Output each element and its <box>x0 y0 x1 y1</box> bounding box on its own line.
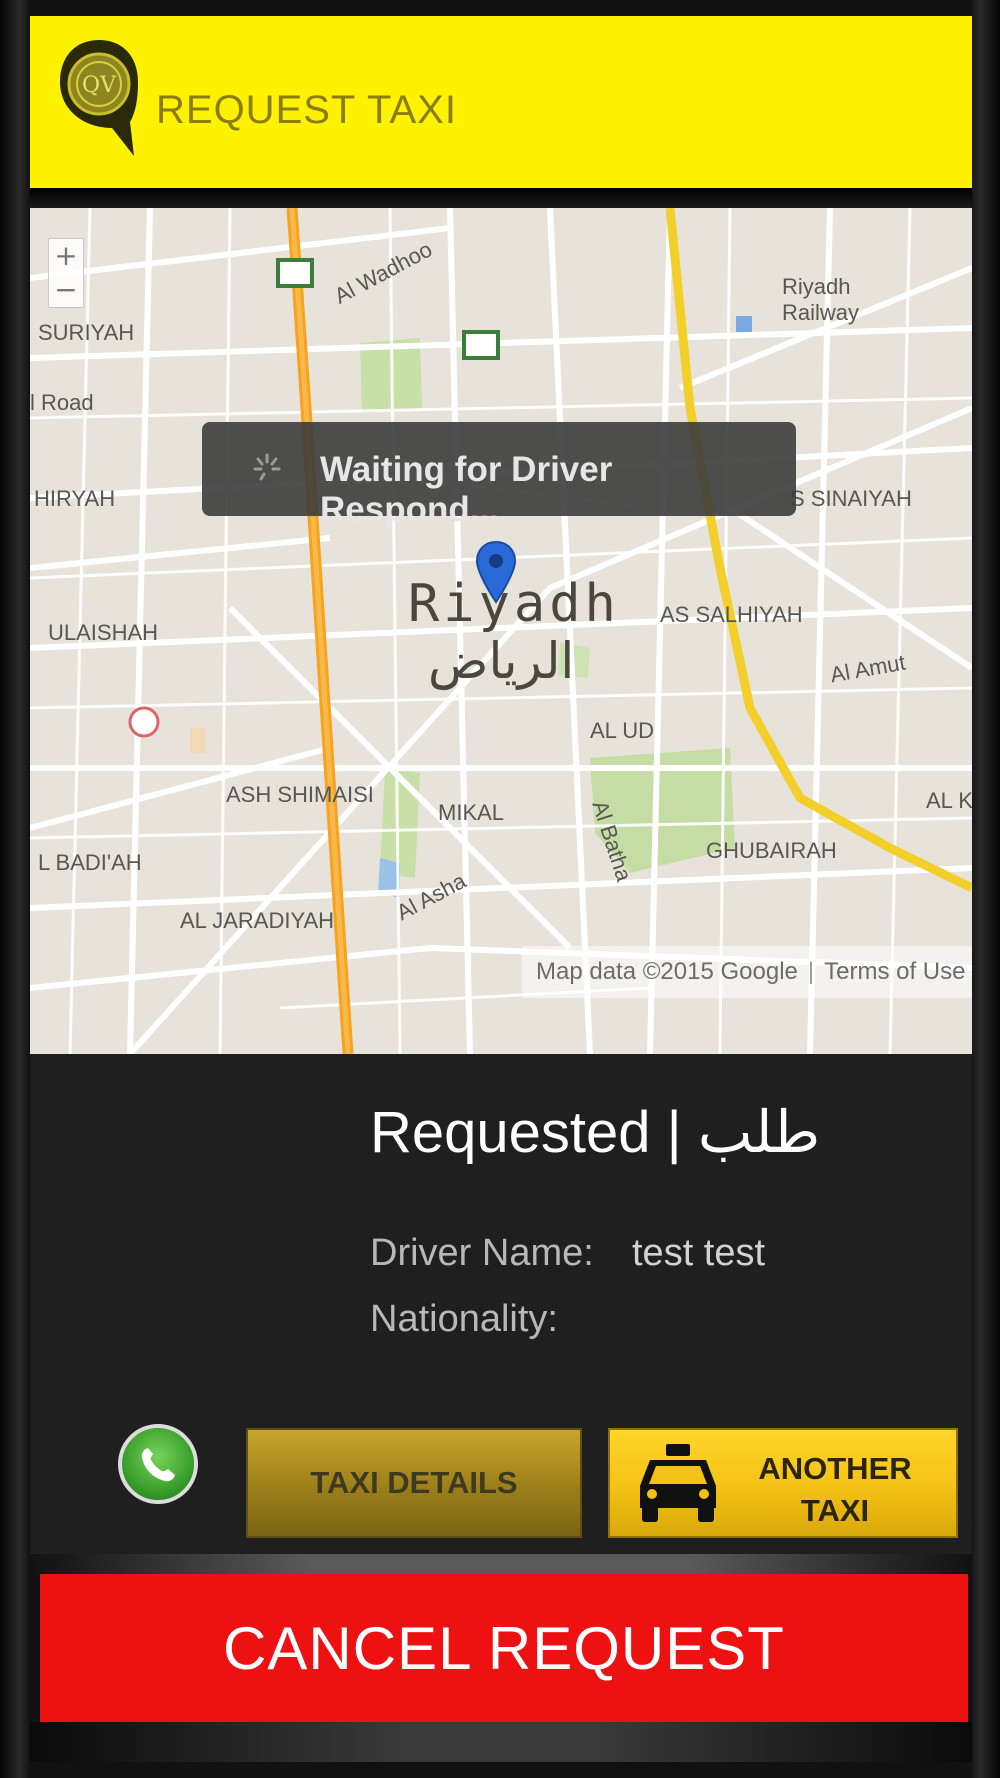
map-label: ASH SHIMAISI <box>226 782 374 807</box>
map-label: S SINAIYAH <box>790 486 912 511</box>
zoom-out-button[interactable]: − <box>49 273 83 307</box>
taxi-cab-icon <box>632 1442 724 1526</box>
map-data-credit: Map data ©2015 Google <box>536 958 798 985</box>
map-label: AL K <box>926 788 972 813</box>
map-view[interactable]: + − SURIYAH Al Wadhoo Riyadh Railway l R… <box>30 208 972 1054</box>
bottom-bar <box>30 1722 972 1762</box>
toast-message: Waiting for Driver Respond... <box>320 450 613 529</box>
panel-divider <box>30 1554 972 1576</box>
another-taxi-button[interactable]: ANOTHER TAXI <box>608 1428 958 1538</box>
map-label: ULAISHAH <box>48 620 159 645</box>
driver-name-value: test test <box>632 1232 766 1274</box>
driver-name-label: Driver Name: <box>370 1232 594 1274</box>
city-label-ar: الرياض <box>428 632 575 690</box>
zoom-control: + − <box>48 238 84 308</box>
app-header: QV REQUEST TAXI <box>30 16 972 188</box>
phone-icon <box>141 1448 175 1482</box>
request-status: Requested | طلب <box>370 1100 821 1165</box>
taxi-logo-icon: QV <box>56 36 142 160</box>
header-divider <box>30 188 972 208</box>
map-label: l Road <box>30 390 94 415</box>
taxi-details-button[interactable]: TAXI DETAILS <box>246 1428 582 1538</box>
zoom-in-button[interactable]: + <box>49 239 83 273</box>
call-driver-button[interactable] <box>118 1424 198 1504</box>
map-attribution: Map data ©2015 Google | Terms of Use <box>522 946 972 998</box>
location-pin-icon[interactable] <box>474 540 518 604</box>
map-label: Railway <box>782 300 860 325</box>
terms-of-use-link[interactable]: Terms of Use <box>824 958 965 985</box>
map-label: MIKAL <box>438 800 505 825</box>
map-label: AL UD <box>590 718 654 743</box>
waiting-toast: Waiting for Driver Respond... <box>202 422 796 529</box>
page-title: REQUEST TAXI <box>156 88 457 132</box>
cancel-request-button[interactable]: CANCEL REQUEST <box>40 1574 968 1722</box>
map-label: GHUBAIRAH <box>706 838 837 863</box>
map-label: HIRYAH <box>34 486 116 511</box>
another-taxi-label: ANOTHER TAXI <box>740 1448 930 1532</box>
svg-text:QV: QV <box>82 73 117 98</box>
map-label: SURIYAH <box>38 320 135 345</box>
request-info-panel: Requested | طلب Driver Name: test test N… <box>30 1054 972 1564</box>
map-label: Riyadh <box>782 274 851 299</box>
another-taxi-line1: ANOTHER <box>758 1451 912 1486</box>
map-label: AL JARADIYAH <box>180 908 335 933</box>
map-label: AS SALHIYAH <box>660 602 803 627</box>
another-taxi-line2: TAXI <box>800 1493 870 1528</box>
nationality-label: Nationality: <box>370 1298 558 1340</box>
spinner-icon <box>252 452 282 486</box>
map-label: L BADI'AH <box>38 850 142 875</box>
